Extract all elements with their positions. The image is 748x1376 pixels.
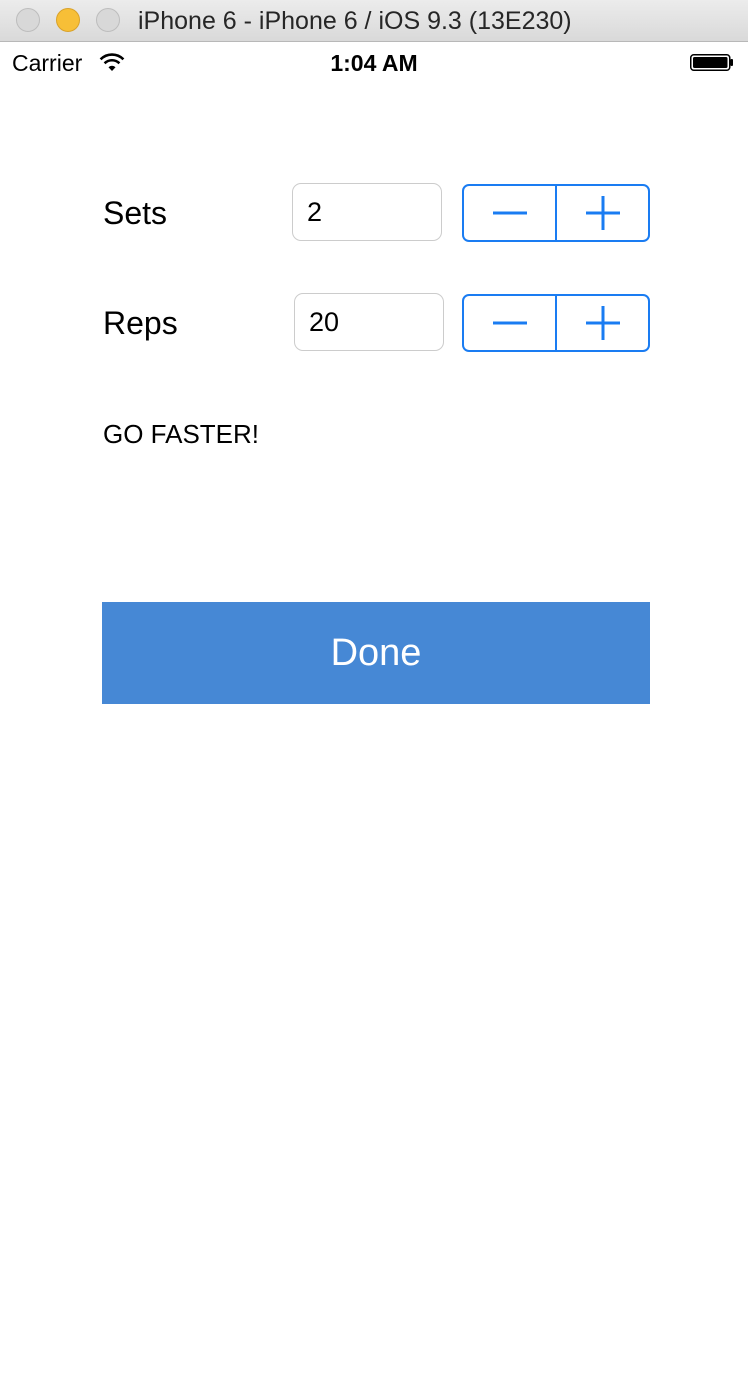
reps-field[interactable]: 20 — [294, 293, 444, 351]
minimize-window-button[interactable] — [56, 8, 80, 32]
status-message: GO FASTER! — [103, 419, 260, 449]
minus-icon — [492, 211, 527, 215]
done-button[interactable]: Done — [102, 602, 650, 704]
reps-increment-button[interactable] — [557, 296, 648, 350]
status-time: 1:04 AM — [330, 50, 418, 76]
sets-label: Sets — [103, 195, 168, 231]
reps-stepper — [462, 294, 650, 352]
minus-icon — [492, 321, 527, 325]
sets-field[interactable]: 2 — [292, 183, 442, 241]
status-bar: Carrier 1:04 AM — [0, 42, 748, 82]
title-bar: iPhone 6 - iPhone 6 / iOS 9.3 (13E230) — [0, 0, 748, 42]
close-window-button[interactable] — [16, 8, 40, 32]
reps-decrement-button[interactable] — [464, 296, 557, 350]
sets-stepper — [462, 184, 650, 242]
sets-decrement-button[interactable] — [464, 186, 557, 240]
window-title: iPhone 6 - iPhone 6 / iOS 9.3 (13E230) — [138, 7, 572, 35]
sets-increment-button[interactable] — [557, 186, 648, 240]
plus-icon — [585, 196, 620, 230]
plus-icon — [585, 306, 620, 340]
battery-icon — [690, 54, 733, 71]
reps-label: Reps — [103, 305, 178, 341]
simulator-window: iPhone 6 - iPhone 6 / iOS 9.3 (13E230) C… — [0, 0, 748, 1376]
zoom-window-button[interactable] — [96, 8, 120, 32]
